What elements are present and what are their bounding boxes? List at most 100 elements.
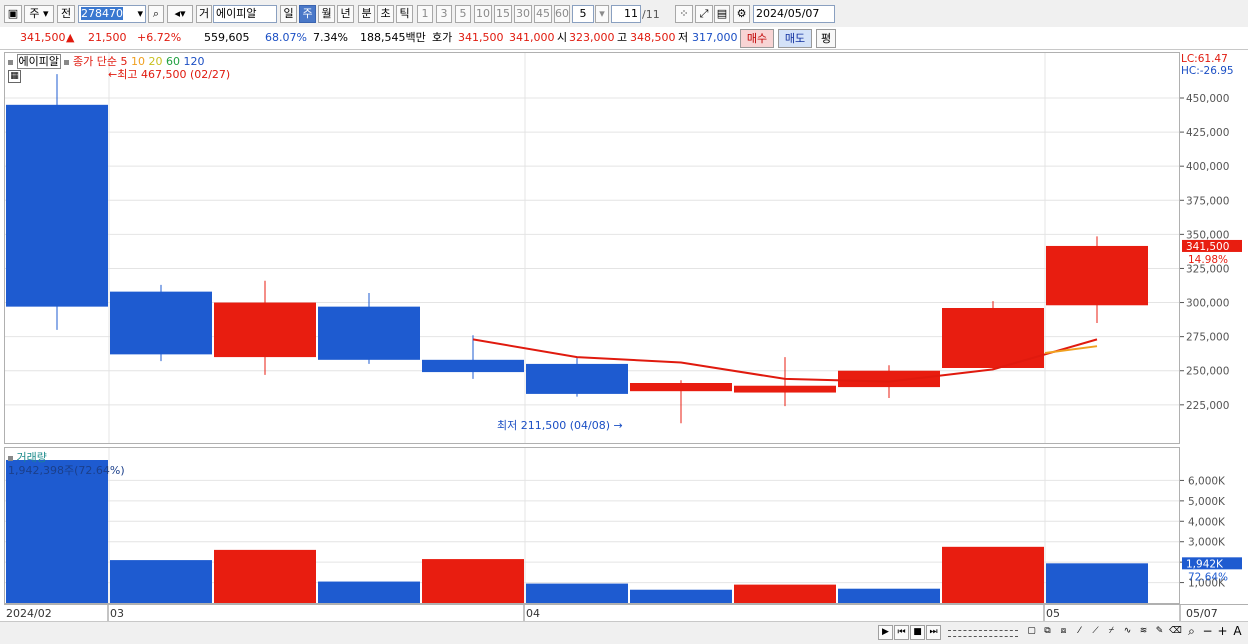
price-change-pct: +6.72% bbox=[137, 31, 182, 44]
search-icon[interactable]: ⌕ bbox=[148, 5, 164, 23]
period-year-tab[interactable]: 년 bbox=[337, 5, 354, 23]
wave-icon[interactable]: ∿ bbox=[1120, 625, 1135, 640]
fib-icon[interactable]: ⌿ bbox=[1104, 625, 1119, 640]
price-tick-label: 250,000 bbox=[1186, 366, 1229, 378]
high-marker: ←최고 467,500 (02/27) bbox=[108, 68, 231, 81]
candle-body bbox=[734, 385, 836, 393]
count-input[interactable]: 5 bbox=[572, 5, 594, 23]
time-tick-label: 2024/02 bbox=[6, 607, 52, 620]
fast-forward-icon[interactable]: ⏭ bbox=[926, 625, 941, 640]
interval-10[interactable]: 10 bbox=[474, 5, 492, 23]
last-price-label: 341,500 bbox=[1186, 241, 1229, 253]
period-month-tab[interactable]: 월 bbox=[318, 5, 335, 23]
save-icon[interactable]: ▤ bbox=[714, 5, 730, 23]
rewind-icon[interactable]: ⏮ bbox=[894, 625, 909, 640]
chevron-down-icon: ▾ bbox=[137, 7, 143, 20]
play-icon[interactable]: ▶ bbox=[878, 625, 893, 640]
price-chart-svg bbox=[5, 53, 1179, 443]
window-menu-icon[interactable]: ▣ bbox=[4, 5, 22, 23]
erase-icon[interactable]: ⌫ bbox=[1168, 625, 1183, 640]
mode-button[interactable]: 거 bbox=[196, 5, 212, 23]
interval-60[interactable]: 60 bbox=[554, 5, 570, 23]
zoom-out-icon[interactable]: − bbox=[1200, 625, 1215, 640]
volume-bar bbox=[838, 588, 940, 603]
buy-button[interactable]: 매수 bbox=[740, 29, 774, 48]
page-total: /11 bbox=[642, 8, 660, 21]
volume-pct: 68.07% bbox=[265, 31, 307, 44]
price-axis: 450,000 425,000 400,000 375,000 350,000 325,0… bbox=[1180, 52, 1248, 444]
volume-value: 559,605 bbox=[204, 31, 250, 44]
volume-axis-svg: 6,000K5,000K4,000K3,000K2,000K1,000K1,94… bbox=[1180, 475, 1242, 590]
volume-bar bbox=[318, 581, 420, 603]
period-minute-tab[interactable]: 분 bbox=[358, 5, 375, 23]
legend-square-icon bbox=[64, 59, 70, 65]
crosshair-icon[interactable]: ⤢ bbox=[695, 5, 713, 23]
zoom-slider[interactable] bbox=[948, 630, 1018, 637]
time-tick-label: 03 bbox=[110, 607, 124, 620]
volume-legend-value: 1,942,398주(72.64%) bbox=[8, 464, 125, 477]
market-select[interactable]: 주 ▾ bbox=[24, 5, 54, 23]
volume-bar bbox=[630, 589, 732, 603]
pattern-icon[interactable]: ≋ bbox=[1136, 625, 1151, 640]
interval-45[interactable]: 45 bbox=[534, 5, 552, 23]
dots-icon[interactable]: ⁘ bbox=[675, 5, 693, 23]
candle-body bbox=[1046, 245, 1148, 306]
bottom-toolbar: ▶ ⏮ ■ ⏭ ▢ ⧉ ⧈ ⁄ ⟋ ⌿ ∿ ≋ ✎ ⌫ ⌕ − + A bbox=[0, 621, 1248, 644]
interval-5[interactable]: 5 bbox=[455, 5, 471, 23]
magnifier-icon[interactable]: ⌕ bbox=[1184, 625, 1199, 640]
candle-body bbox=[110, 291, 212, 355]
price-chart-pane[interactable] bbox=[4, 52, 1180, 444]
price-tick-label: 425,000 bbox=[1186, 127, 1229, 139]
last-price-pct: 14.98% bbox=[1188, 254, 1228, 266]
speaker-icon[interactable]: ◂▾ bbox=[167, 5, 193, 23]
page-input[interactable]: 11 bbox=[611, 5, 641, 23]
window-icon[interactable]: ⧉ bbox=[1040, 625, 1055, 640]
time-axis-svg: 2024/02 03 04 05 05/07 bbox=[6, 605, 1218, 621]
period-tick-tab[interactable]: 틱 bbox=[396, 5, 413, 23]
low-marker-text: 최저 211,500 (04/08) bbox=[497, 419, 611, 432]
open-price: 323,000 bbox=[569, 31, 615, 44]
sell-button[interactable]: 매도 bbox=[778, 29, 812, 48]
price-tick-label: 450,000 bbox=[1186, 93, 1229, 105]
line-tool-icon[interactable]: ⁄ bbox=[1072, 625, 1087, 640]
calendar-icon[interactable]: ▦ bbox=[8, 70, 21, 83]
candle-body bbox=[838, 370, 940, 388]
period-week-tab[interactable]: 주 bbox=[299, 5, 316, 23]
interval-30[interactable]: 30 bbox=[514, 5, 532, 23]
gear-icon[interactable]: ⚙ bbox=[733, 5, 750, 23]
interval-3[interactable]: 3 bbox=[436, 5, 452, 23]
legend-stock-name[interactable]: 에이피알 bbox=[16, 54, 61, 69]
candle-body bbox=[422, 359, 524, 373]
volume-tick-label: 5,000K bbox=[1188, 496, 1226, 508]
volume-tick-label: 3,000K bbox=[1188, 537, 1226, 549]
legend-square-icon bbox=[8, 455, 13, 461]
layout-icon[interactable]: ⧈ bbox=[1056, 625, 1071, 640]
cursor-icon[interactable]: ▢ bbox=[1024, 625, 1039, 640]
period-second-tab[interactable]: 초 bbox=[377, 5, 394, 23]
current-price: 341,500 bbox=[20, 31, 66, 44]
bid-ask-label: 호가 bbox=[432, 31, 453, 44]
interval-1[interactable]: 1 bbox=[417, 5, 433, 23]
date-input[interactable]: 2024/05/07 bbox=[753, 5, 835, 23]
stock-code-input[interactable]: 278470 ▾ bbox=[78, 5, 146, 23]
font-size-icon[interactable]: A bbox=[1230, 625, 1245, 640]
stop-icon[interactable]: ■ bbox=[910, 625, 925, 640]
volume-bar bbox=[110, 560, 212, 603]
evaluate-button[interactable]: 평 bbox=[816, 29, 836, 48]
volume-axis: 6,000K5,000K4,000K3,000K2,000K1,000K1,94… bbox=[1180, 447, 1248, 604]
chevron-down-icon[interactable]: ▾ bbox=[595, 5, 609, 23]
interval-15[interactable]: 15 bbox=[494, 5, 512, 23]
period-day-tab[interactable]: 일 bbox=[280, 5, 297, 23]
stock-name-field[interactable]: 에이피알 bbox=[213, 5, 277, 23]
draw-icon[interactable]: ✎ bbox=[1152, 625, 1167, 640]
prev-button[interactable]: 전 bbox=[57, 5, 75, 23]
trade-amount: 188,545백만 bbox=[360, 31, 426, 44]
price-tick-label: 350,000 bbox=[1186, 229, 1229, 241]
zoom-in-icon[interactable]: + bbox=[1215, 625, 1230, 640]
volume-bar bbox=[942, 546, 1044, 603]
trend-icon[interactable]: ⟋ bbox=[1088, 625, 1103, 640]
volume-chart-pane[interactable] bbox=[4, 447, 1180, 604]
volume-chart-svg bbox=[5, 448, 1179, 603]
candle-body bbox=[630, 383, 732, 392]
price-tick-label: 300,000 bbox=[1186, 298, 1229, 310]
